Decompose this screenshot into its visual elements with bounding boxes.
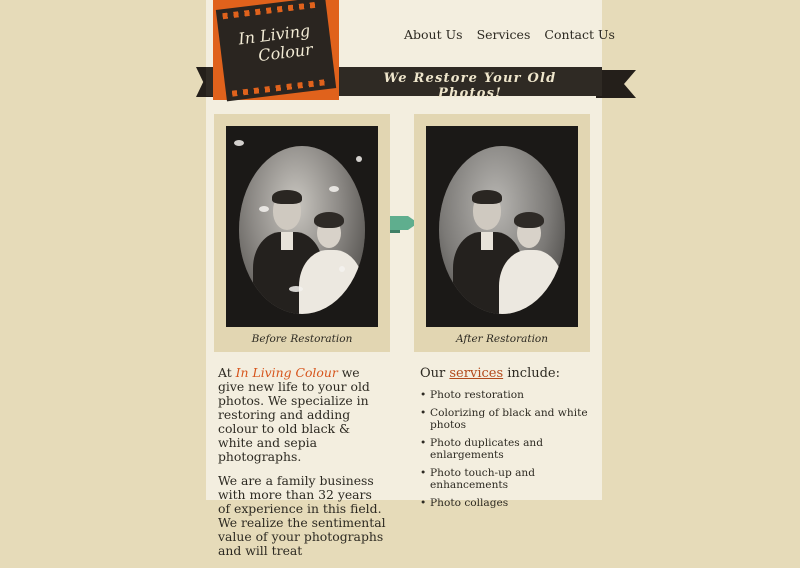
- services-section: Our services include: Photo restoration …: [420, 366, 600, 515]
- intro-text: At In Living Colour we give new life to …: [218, 366, 386, 568]
- list-item: Photo restoration: [420, 389, 600, 401]
- services-list: Photo restoration Colorizing of black an…: [420, 389, 600, 509]
- services-heading: Our services include:: [420, 366, 560, 381]
- main-nav: About Us Services Contact Us: [404, 27, 615, 42]
- list-item: Photo duplicates and enlargements: [420, 437, 600, 461]
- list-item: Colorizing of black and white photos: [420, 407, 600, 431]
- after-photo: [426, 126, 578, 327]
- before-photo: [226, 126, 378, 327]
- list-item: Photo touch-up and enhancements: [420, 467, 600, 491]
- nav-about-us[interactable]: About Us: [404, 27, 463, 42]
- before-caption: Before Restoration: [251, 333, 353, 345]
- ribbon-tail-right: [596, 70, 636, 98]
- intro-paragraph-2: We are a family business with more than …: [218, 473, 386, 558]
- services-link[interactable]: services: [449, 366, 503, 381]
- nav-contact-us[interactable]: Contact Us: [544, 27, 615, 42]
- tagline: We Restore Your Old Photos!: [383, 71, 557, 101]
- nav-services[interactable]: Services: [477, 27, 531, 42]
- after-photo-frame: After Restoration: [414, 114, 590, 352]
- list-item: Photo collages: [420, 497, 600, 509]
- brand-name: In Living Colour: [235, 365, 338, 380]
- film-strip: In Living Colour: [215, 0, 337, 102]
- site-logo[interactable]: In Living Colour: [213, 0, 339, 102]
- before-photo-frame: Before Restoration: [214, 114, 390, 352]
- after-caption: After Restoration: [455, 333, 549, 345]
- intro-paragraph-1: At In Living Colour we give new life to …: [218, 365, 370, 464]
